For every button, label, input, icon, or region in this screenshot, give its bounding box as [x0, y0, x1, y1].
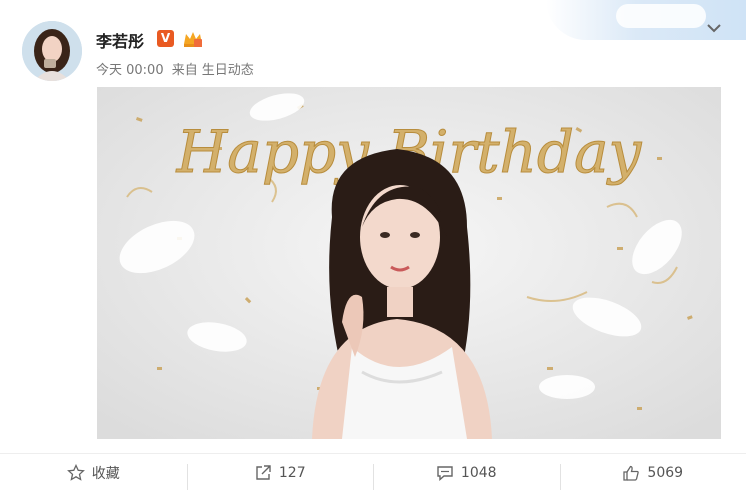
favorite-button[interactable]: 收藏 [0, 454, 187, 492]
post-image[interactable]: Happy Birthday [97, 87, 721, 439]
avatar[interactable] [22, 21, 82, 81]
comment-bubble-icon [436, 464, 454, 482]
action-bar: 收藏 127 1048 5069 [0, 453, 746, 492]
comment-count: 1048 [461, 465, 497, 481]
vip-crown-icon [182, 29, 204, 49]
repost-button[interactable]: 127 [187, 454, 374, 492]
post-source[interactable]: 生日动态 [202, 63, 254, 78]
avatar-image [22, 21, 82, 81]
author-name[interactable]: 李若彤 [96, 28, 144, 52]
repost-count: 127 [279, 465, 306, 481]
source-prefix: 来自 [172, 63, 198, 78]
header-cloud-decoration [546, 0, 746, 40]
thumbs-up-icon [622, 464, 640, 482]
post-meta: 今天 00:00 来自生日动态 [96, 59, 258, 78]
like-button[interactable]: 5069 [560, 454, 746, 492]
like-count: 5069 [647, 465, 683, 481]
share-arrow-icon [254, 464, 272, 482]
star-outline-icon [67, 464, 85, 482]
comment-button[interactable]: 1048 [373, 454, 560, 492]
verified-badge-icon: V [157, 30, 174, 47]
chevron-down-icon[interactable] [706, 22, 722, 34]
post-time[interactable]: 今天 00:00 [96, 63, 164, 78]
favorite-label: 收藏 [92, 463, 120, 483]
